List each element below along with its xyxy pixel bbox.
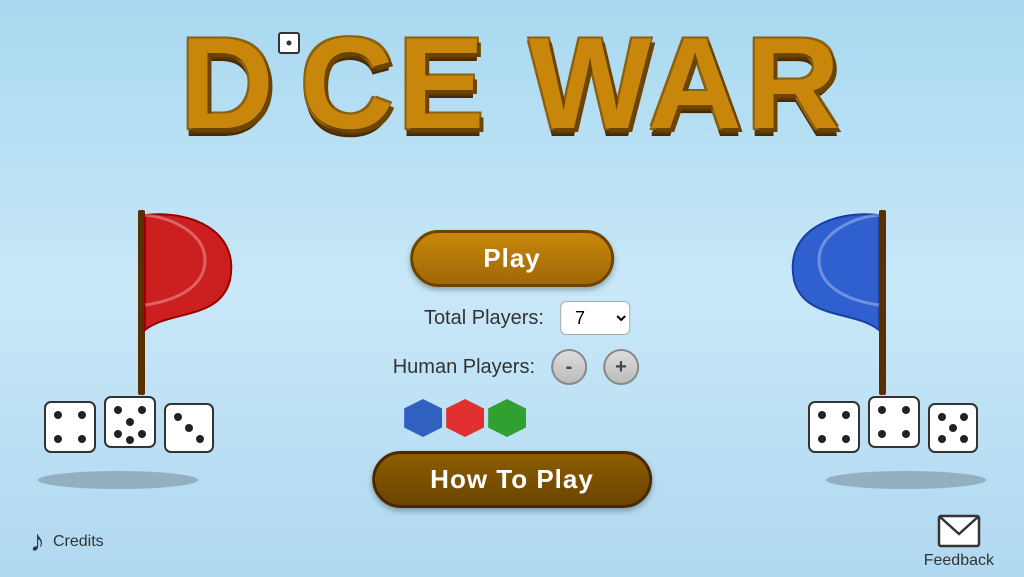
- feedback-envelope-icon: [937, 514, 981, 548]
- bottom-bar: ♪ Credits Feedback: [0, 507, 1024, 577]
- total-players-label: Total Players:: [394, 307, 544, 330]
- green-hex[interactable]: [488, 399, 526, 437]
- plus-button[interactable]: +: [603, 349, 639, 385]
- color-dots-row: [404, 399, 530, 437]
- play-button[interactable]: Play: [410, 230, 614, 287]
- credits-label[interactable]: Credits: [53, 533, 104, 551]
- total-players-row: Total Players: 2 3 4 5 6 7 8: [394, 301, 630, 335]
- total-players-select[interactable]: 2 3 4 5 6 7 8: [560, 301, 630, 335]
- minus-button[interactable]: -: [551, 349, 587, 385]
- feedback-label: Feedback: [924, 552, 994, 570]
- blue-flag-svg: [774, 200, 994, 400]
- right-dice-svg: [804, 382, 984, 472]
- music-icon[interactable]: ♪: [30, 525, 45, 559]
- human-players-label: Human Players:: [385, 356, 535, 379]
- game-title: DCE WAR: [180, 10, 844, 156]
- human-players-row: Human Players: - +: [385, 349, 639, 385]
- how-to-play-button[interactable]: How To Play: [372, 451, 652, 508]
- left-dice-group: [40, 382, 220, 477]
- dice-icon-title: [278, 32, 300, 54]
- center-panel: Play Total Players: 2 3 4 5 6 7 8 Human …: [372, 230, 652, 508]
- right-flag: [774, 200, 994, 405]
- left-dice-svg: [40, 382, 220, 472]
- bottom-left: ♪ Credits: [30, 525, 104, 559]
- feedback-container[interactable]: Feedback: [924, 514, 994, 570]
- title-area: DCE WAR: [0, 0, 1024, 148]
- left-flag: [30, 200, 250, 405]
- red-flag-svg: [30, 200, 250, 400]
- red-hex[interactable]: [446, 399, 484, 437]
- right-dice-group: [804, 382, 984, 477]
- blue-hex[interactable]: [404, 399, 442, 437]
